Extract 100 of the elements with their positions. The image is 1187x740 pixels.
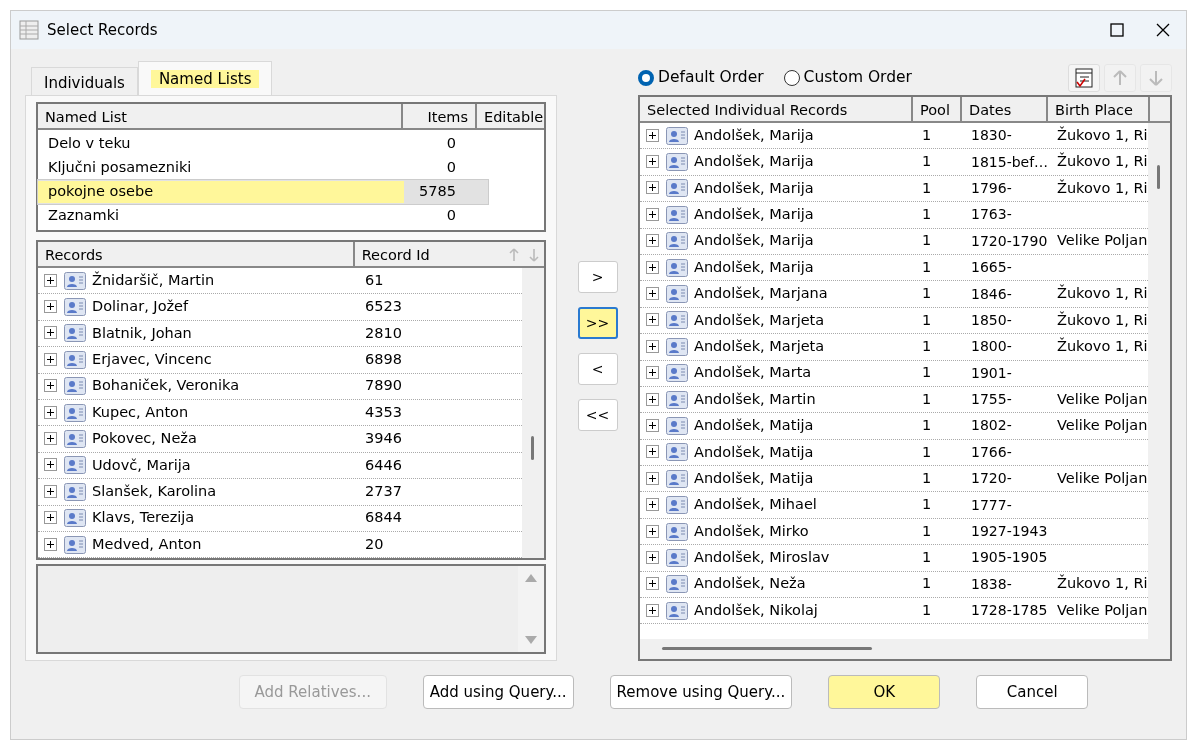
scrollbar-thumb[interactable] xyxy=(531,436,534,460)
expand-icon[interactable] xyxy=(44,326,58,341)
record-row[interactable]: Kupec, Anton 4353 xyxy=(38,399,522,427)
column-header[interactable]: Editable xyxy=(477,104,544,128)
column-header[interactable]: Items xyxy=(403,104,477,128)
expand-icon[interactable] xyxy=(646,207,660,222)
expand-icon[interactable] xyxy=(646,339,660,354)
expand-icon[interactable] xyxy=(646,313,660,328)
expand-icon[interactable] xyxy=(646,260,660,275)
horizontal-scrollbar-thumb[interactable] xyxy=(662,647,872,650)
record-row[interactable]: Andolšek, Marta 1 1901- xyxy=(640,360,1149,387)
expand-icon[interactable] xyxy=(646,234,660,249)
record-row[interactable]: Andolšek, Marija 1 1815-bef… Žukovo 1, Ri xyxy=(640,149,1149,176)
expand-icon[interactable] xyxy=(646,524,660,539)
record-row[interactable]: Udovč, Marija 6446 xyxy=(38,452,522,480)
list-row[interactable]: pokojne osebe 5785 xyxy=(38,180,488,204)
record-row[interactable]: Andolšek, Marija 1 1763- xyxy=(640,202,1149,229)
dialog-button[interactable]: OK xyxy=(828,675,941,709)
record-row[interactable]: Andolšek, Marija 1 1720-1790 Velike Poljan xyxy=(640,228,1149,255)
expand-icon[interactable] xyxy=(646,445,660,460)
transfer-button[interactable]: > xyxy=(577,261,618,293)
record-row[interactable]: Dolinar, Jožef 6523 xyxy=(38,294,522,321)
record-row[interactable]: Andolšek, Mihael 1 1777- xyxy=(640,492,1149,519)
record-row[interactable]: Andolšek, Martin 1 1755- Velike Poljan xyxy=(640,386,1149,414)
list-row[interactable]: Zaznamki 0 xyxy=(38,204,488,228)
record-row[interactable]: Žnidaršič, Martin 61 xyxy=(38,268,522,295)
expand-icon[interactable] xyxy=(44,300,58,315)
record-row[interactable]: Blatnik, Johan 2810 xyxy=(38,320,522,348)
tab[interactable]: Named Lists xyxy=(137,61,273,95)
record-row[interactable]: Klavs, Terezija 6844 xyxy=(38,505,522,532)
column-header[interactable]: Records xyxy=(38,242,355,266)
expand-icon[interactable] xyxy=(646,419,660,433)
dialog-button[interactable]: Cancel xyxy=(976,675,1089,709)
record-row[interactable]: Andolšek, Marija 1 1796- Žukovo 1, Ri xyxy=(640,175,1149,203)
person-card-icon xyxy=(666,548,688,567)
expand-icon[interactable] xyxy=(646,392,660,407)
expand-icon[interactable] xyxy=(44,484,58,499)
column-header[interactable]: Birth Place xyxy=(1048,97,1150,121)
record-row[interactable]: Andolšek, Marija 1 1665- xyxy=(640,254,1149,282)
expand-icon[interactable] xyxy=(44,405,58,420)
tab[interactable]: Individuals xyxy=(31,67,138,95)
checklist-icon[interactable] xyxy=(1068,64,1100,92)
record-row[interactable]: Andolšek, Neža 1 1838- Žukovo 1, Ri xyxy=(640,571,1149,599)
radio-label[interactable]: Custom Order xyxy=(803,66,912,90)
record-row[interactable]: Andolšek, Matija 1 1766- xyxy=(640,439,1149,467)
record-row[interactable]: Slanšek, Karolina 2737 xyxy=(38,479,522,506)
record-row[interactable]: Erjavec, Vincenc 6898 xyxy=(38,347,522,374)
record-row[interactable]: Andolšek, Nikolaj 1 1728-1785 Velike Poljan xyxy=(640,598,1149,625)
record-row[interactable]: Bohaniček, Veronika 7890 xyxy=(38,373,522,400)
column-header[interactable]: Dates xyxy=(962,97,1048,121)
column-header[interactable]: Named List xyxy=(38,104,404,128)
expand-icon[interactable] xyxy=(646,287,660,302)
expand-icon[interactable] xyxy=(646,471,660,486)
record-row[interactable]: Andolšek, Mirko 1 1927-1943 xyxy=(640,518,1149,546)
radio-label[interactable]: Default Order xyxy=(658,66,764,90)
person-card-icon xyxy=(64,271,86,290)
expand-icon[interactable] xyxy=(44,432,58,447)
radio-button[interactable] xyxy=(638,70,654,86)
expand-icon[interactable] xyxy=(44,537,58,552)
expand-icon[interactable] xyxy=(646,128,660,143)
expand-icon[interactable] xyxy=(646,603,660,618)
person-card-icon xyxy=(666,522,688,541)
person-card-icon xyxy=(666,469,688,488)
scrollbar-thumb[interactable] xyxy=(1157,165,1161,189)
transfer-button[interactable]: < xyxy=(577,353,618,385)
person-card-icon xyxy=(666,443,688,462)
column-header[interactable]: Record Id xyxy=(354,242,504,266)
expand-icon[interactable] xyxy=(646,181,660,196)
record-row[interactable]: Andolšek, Matija 1 1802- Velike Poljan xyxy=(640,413,1149,440)
grid-icon xyxy=(19,20,39,40)
expand-icon[interactable] xyxy=(44,511,58,526)
record-row[interactable]: Medved, Anton 20 xyxy=(38,531,522,558)
list-row[interactable]: Ključni posamezniki 0 xyxy=(38,156,488,180)
expand-icon[interactable] xyxy=(44,379,58,394)
expand-icon[interactable] xyxy=(646,498,660,513)
expand-icon[interactable] xyxy=(646,155,660,170)
close-icon[interactable] xyxy=(1156,23,1170,37)
dialog-button[interactable]: Add using Query... xyxy=(422,675,574,709)
record-row[interactable]: Andolšek, Marjana 1 1846- Žukovo 1, Ri xyxy=(640,281,1149,308)
expand-icon[interactable] xyxy=(646,550,660,565)
expand-icon[interactable] xyxy=(44,273,58,288)
person-card-icon xyxy=(666,311,688,330)
record-row[interactable]: Andolšek, Marjeta 1 1800- Žukovo 1, Ri xyxy=(640,334,1149,361)
maximize-icon[interactable] xyxy=(1110,23,1124,37)
dialog-button[interactable]: Remove using Query... xyxy=(609,675,793,709)
record-row[interactable]: Andolšek, Marija 1 1830- Žukovo 1, Ri xyxy=(640,123,1149,150)
list-row[interactable]: Delo v teku 0 xyxy=(38,132,488,156)
column-header[interactable]: Selected Individual Records xyxy=(640,97,913,121)
transfer-button[interactable]: << xyxy=(577,399,618,431)
record-row[interactable]: Pokovec, Neža 3946 xyxy=(38,426,522,453)
radio-button[interactable] xyxy=(783,70,800,86)
expand-icon[interactable] xyxy=(44,352,58,367)
record-row[interactable]: Andolšek, Miroslav 1 1905-1905 xyxy=(640,545,1149,572)
column-header[interactable]: Pool xyxy=(913,97,962,121)
record-row[interactable]: Andolšek, Marjeta 1 1850- Žukovo 1, Ri xyxy=(640,307,1149,335)
record-row[interactable]: Andolšek, Matija 1 1720- Velike Poljan xyxy=(640,466,1149,493)
expand-icon[interactable] xyxy=(646,577,660,592)
transfer-button[interactable]: >> xyxy=(577,307,618,339)
expand-icon[interactable] xyxy=(646,366,660,381)
expand-icon[interactable] xyxy=(44,458,58,473)
